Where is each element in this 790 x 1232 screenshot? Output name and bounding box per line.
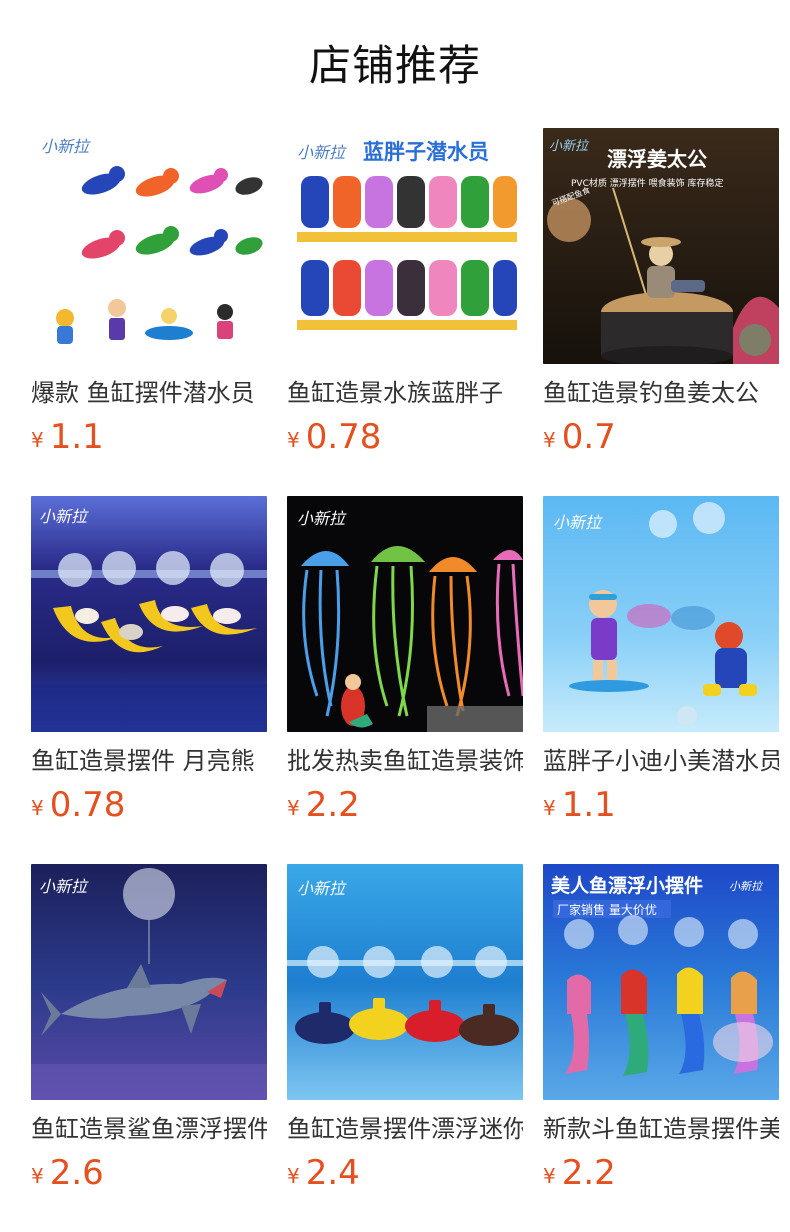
product-name[interactable]: 新款斗鱼缸造景摆件美人鱼: [543, 1114, 779, 1144]
brand-logo: 小新拉: [39, 507, 89, 526]
brand-logo: 小新拉: [39, 877, 89, 896]
submarines-image: 小新拉: [287, 864, 523, 1100]
price-amount: 2.4: [305, 1153, 360, 1193]
product-image[interactable]: 美人鱼漂浮小摆件 小新拉 厂家销售 量大价优: [543, 864, 779, 1100]
product-image[interactable]: 小新拉 蓝胖子潜水员: [287, 128, 523, 364]
currency-symbol: ¥: [543, 796, 556, 820]
product-name[interactable]: 鱼缸造景水族蓝胖子: [287, 378, 523, 408]
price-amount: 0.78: [305, 417, 382, 457]
product-card[interactable]: 小新拉 鱼缸造景摆件漂浮迷你 ¥2.4: [287, 864, 523, 1204]
image-subline: PVC材质 漂浮摆件 喂食装饰 库存稳定: [571, 177, 723, 189]
brand-logo: 小新拉: [41, 137, 91, 156]
product-image[interactable]: 小新拉: [543, 496, 779, 732]
product-image[interactable]: 小新拉: [287, 496, 523, 732]
product-price: ¥0.78: [287, 416, 381, 458]
product-name[interactable]: 鱼缸造景钓鱼姜太公: [543, 378, 779, 408]
product-price: ¥2.2: [543, 1152, 616, 1194]
product-name[interactable]: 鱼缸造景鲨鱼漂浮摆件: [31, 1114, 267, 1144]
brand-logo: 小新拉: [729, 880, 764, 893]
product-price: ¥1.1: [31, 416, 104, 458]
product-image[interactable]: 小新拉 漂浮姜太公 PVC材质 漂浮摆件 喂食装饰 库存稳定 可搭配鱼食: [543, 128, 779, 364]
price-amount: 0.7: [561, 417, 616, 457]
product-card[interactable]: 小新拉 爆款 鱼缸摆件潜水员 ¥ 1.1: [31, 128, 267, 468]
product-price: ¥0.78: [31, 784, 125, 826]
price-amount: 1.1: [561, 785, 616, 825]
price-amount: 1.1: [49, 417, 104, 457]
product-price: ¥1.1: [543, 784, 616, 826]
fisherman-image: 小新拉 漂浮姜太公 PVC材质 漂浮摆件 喂食装饰 库存稳定 可搭配鱼食: [543, 128, 779, 364]
product-price: ¥2.2: [287, 784, 360, 826]
product-price: ¥0.7: [543, 416, 616, 458]
product-name[interactable]: 鱼缸造景摆件 月亮熊: [31, 746, 267, 776]
price-amount: 2.6: [49, 1153, 104, 1193]
brand-logo: 小新拉: [297, 509, 347, 528]
image-subline: 厂家销售 量大价优: [557, 902, 657, 917]
price-amount: 2.2: [305, 785, 360, 825]
brand-logo: 小新拉: [297, 143, 347, 162]
page-title: 店铺推荐: [308, 41, 481, 90]
product-card[interactable]: 小新拉 鱼缸造景鲨鱼漂浮摆件 ¥2.6: [31, 864, 267, 1204]
product-price: ¥2.6: [31, 1152, 104, 1194]
product-image[interactable]: 小新拉: [31, 496, 267, 732]
jellyfish-image: 小新拉: [287, 496, 523, 732]
moon-bears-image: 小新拉: [31, 496, 267, 732]
product-price: ¥2.4: [287, 1152, 360, 1194]
product-name[interactable]: 爆款 鱼缸摆件潜水员: [31, 378, 267, 408]
shark-image: 小新拉: [31, 864, 267, 1100]
product-name[interactable]: 鱼缸造景摆件漂浮迷你: [287, 1114, 523, 1144]
mermaids-image: 美人鱼漂浮小摆件 小新拉 厂家销售 量大价优: [543, 864, 779, 1100]
product-name[interactable]: 蓝胖子小迪小美潜水员: [543, 746, 779, 776]
product-card[interactable]: 小新拉 批发热卖鱼缸造景装饰 ¥ 2.2: [287, 496, 523, 836]
product-card[interactable]: 小新拉 鱼缸造景摆件 月亮熊 ¥ 0.78: [31, 496, 267, 836]
product-card[interactable]: 美人鱼漂浮小摆件 小新拉 厂家销售 量大价优 新款斗鱼缸造景摆件美 ¥ 2.2: [543, 864, 779, 1204]
brand-logo: 小新拉: [297, 879, 347, 898]
product-image[interactable]: 小新拉: [31, 864, 267, 1100]
divers-grid-image: 小新拉 蓝胖子潜水员: [287, 128, 523, 364]
product-image[interactable]: 小新拉: [287, 864, 523, 1100]
currency-symbol: ¥: [543, 428, 556, 452]
brand-logo: 小新拉: [553, 513, 603, 532]
image-headline: 美人鱼漂浮小摆件: [551, 874, 703, 897]
product-card[interactable]: 小新拉 漂浮姜太公 PVC材质 漂浮摆件 喂食装饰 库存稳定 可搭配鱼食 鱼缸造…: [543, 128, 779, 468]
currency-symbol: ¥: [287, 1164, 300, 1188]
price-amount: 2.2: [561, 1153, 616, 1193]
currency-symbol: ¥: [287, 796, 300, 820]
product-card[interactable]: 小新拉 蓝胖子小迪小美潜水员 ¥ 1.1: [543, 496, 779, 836]
image-headline: 漂浮姜太公: [607, 147, 707, 171]
divers-image: 小新拉: [31, 128, 267, 364]
currency-symbol: ¥: [31, 428, 44, 452]
product-image[interactable]: 小新拉: [31, 128, 267, 364]
product-name[interactable]: 批发热卖鱼缸造景装饰: [287, 746, 523, 776]
currency-symbol: ¥: [287, 428, 300, 452]
price-amount: 0.78: [49, 785, 126, 825]
currency-symbol: ¥: [31, 796, 44, 820]
surfers-image: 小新拉: [543, 496, 779, 732]
product-card[interactable]: 小新拉 蓝胖子潜水员 鱼缸造景水族蓝胖子 ¥ 0.78: [287, 128, 523, 468]
currency-symbol: ¥: [31, 1164, 44, 1188]
store-recommendations-page: 店铺推荐 小新拉 爆款 鱼缸摆件潜水员 ¥ 1.1 小新拉 蓝胖子潜水员 鱼缸造…: [0, 0, 790, 1232]
currency-symbol: ¥: [543, 1164, 556, 1188]
image-banner: 蓝胖子潜水员: [363, 140, 489, 164]
brand-logo: 小新拉: [549, 138, 590, 154]
